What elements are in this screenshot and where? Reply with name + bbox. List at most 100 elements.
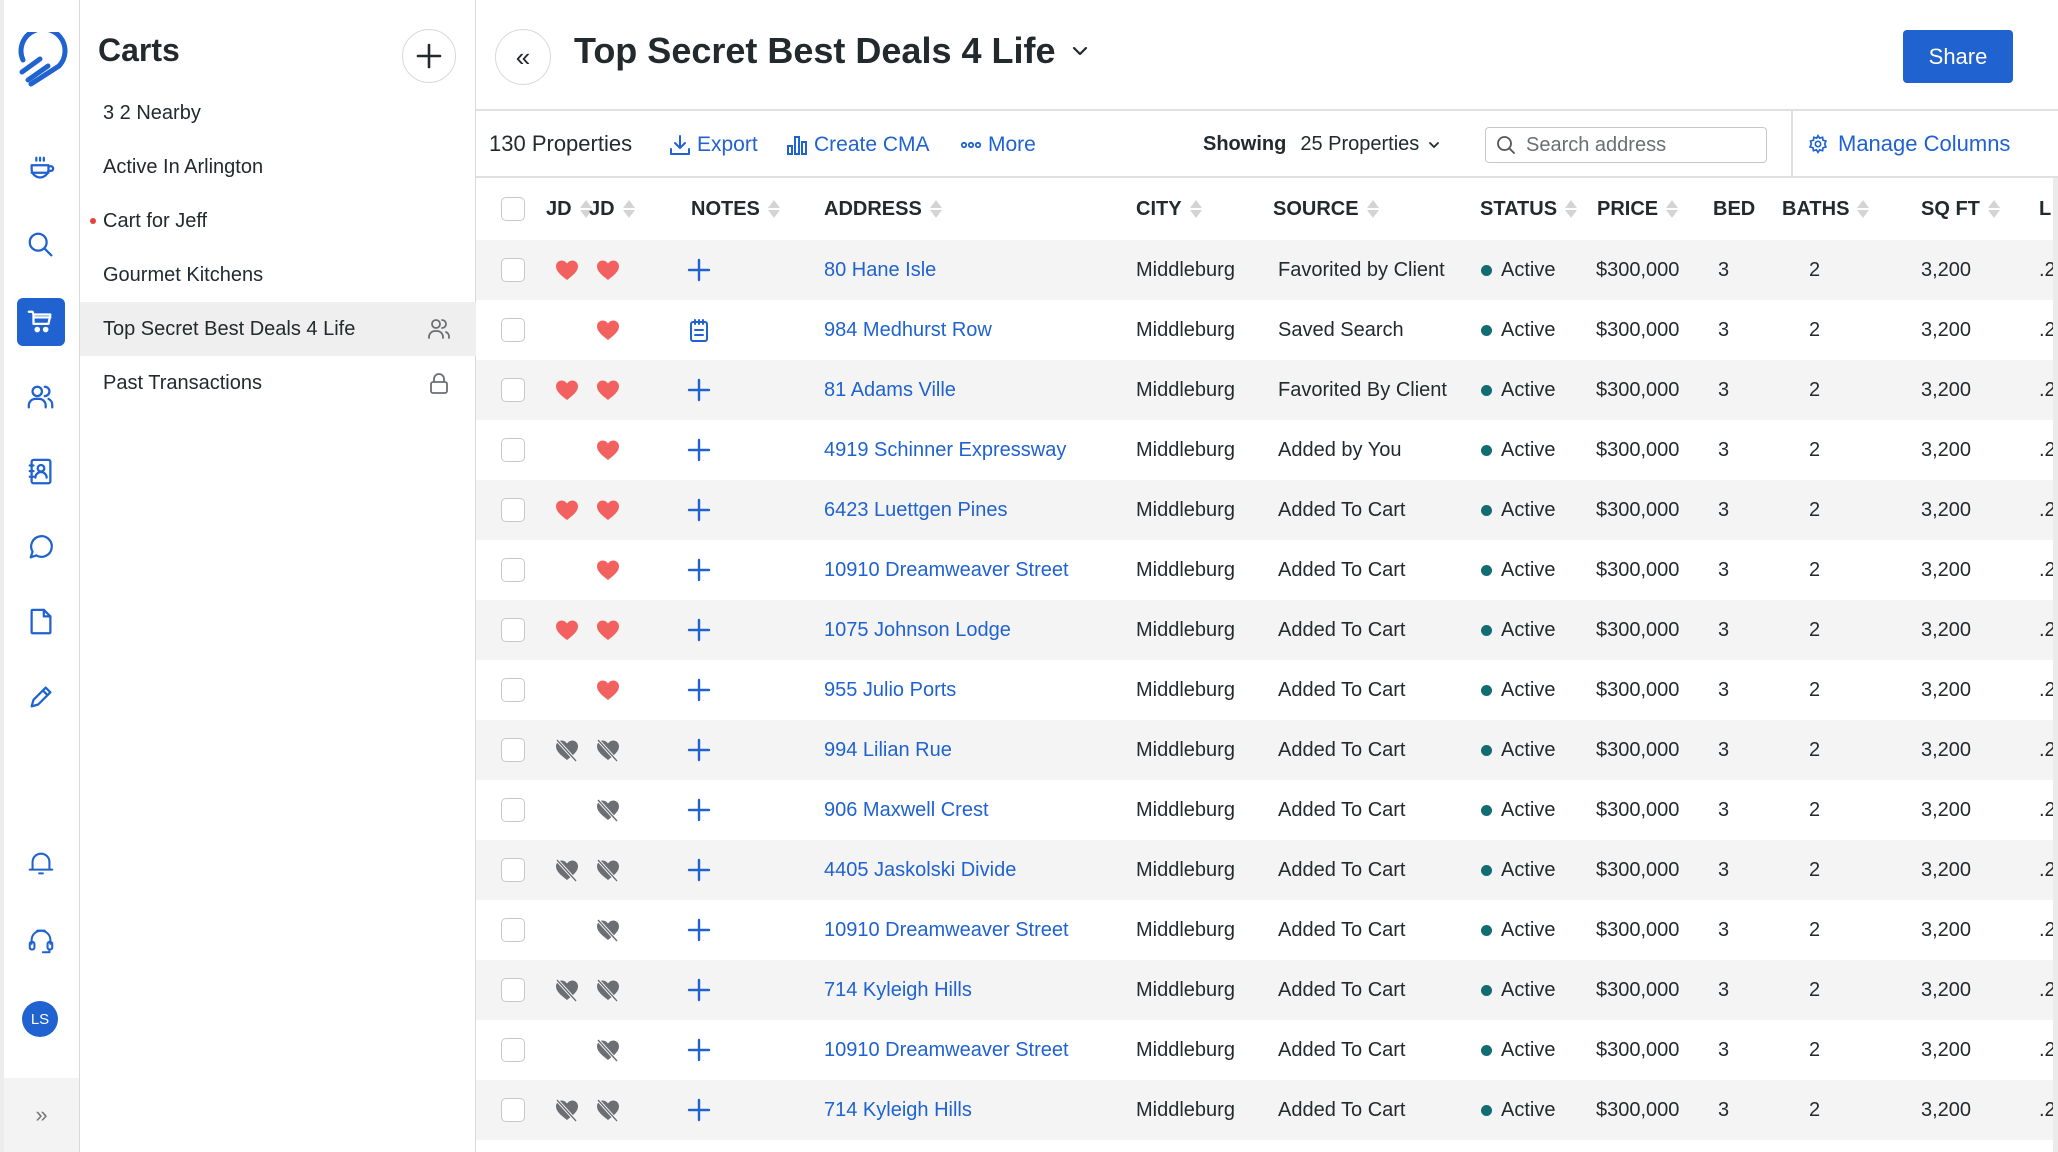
- sort-icon[interactable]: [929, 200, 942, 218]
- add-note-icon[interactable]: [686, 257, 712, 283]
- add-note-icon[interactable]: [686, 497, 712, 523]
- heart-icon[interactable]: [595, 558, 621, 582]
- add-note-icon[interactable]: [686, 437, 712, 463]
- rail-search-button[interactable]: [17, 221, 65, 269]
- export-button[interactable]: Export: [669, 133, 758, 157]
- add-note-icon[interactable]: [686, 1097, 712, 1123]
- column-header[interactable]: NOTES: [691, 178, 780, 240]
- manage-columns-button[interactable]: Manage Columns: [1808, 131, 2010, 157]
- share-button[interactable]: Share: [1903, 30, 2013, 83]
- cart-item[interactable]: 3 2 Nearby: [80, 86, 476, 140]
- table-row[interactable]: 714 Kyleigh Hills Middleburg Added To Cart…: [476, 1080, 2056, 1140]
- column-header[interactable]: CITY: [1136, 178, 1202, 240]
- sort-icon[interactable]: [1565, 200, 1578, 218]
- expand-sidebar-button[interactable]: »: [4, 1078, 79, 1152]
- column-header[interactable]: PRICE: [1597, 178, 1679, 240]
- cart-item[interactable]: Active In Arlington: [80, 140, 476, 194]
- horizontal-scroll-track[interactable]: [2053, 178, 2058, 1152]
- table-row[interactable]: 10910 Dreamweaver Street Middleburg Added …: [476, 900, 2056, 960]
- rail-headset-button[interactable]: [17, 917, 65, 965]
- heart-off-icon[interactable]: [595, 1098, 621, 1122]
- table-row[interactable]: 4919 Schinner Expressway Middleburg Added …: [476, 420, 2056, 480]
- cart-item[interactable]: Past Transactions: [80, 356, 476, 410]
- cart-item[interactable]: Cart for Jeff: [80, 194, 476, 248]
- heart-icon[interactable]: [554, 618, 580, 642]
- column-header[interactable]: SOURCE: [1273, 178, 1379, 240]
- table-row[interactable]: 81 Adams Ville Middleburg Favorited By Cli…: [476, 360, 2056, 420]
- heart-off-icon[interactable]: [554, 738, 580, 762]
- address-link[interactable]: 4919 Schinner Expressway: [824, 420, 1066, 480]
- row-checkbox[interactable]: [501, 1038, 525, 1062]
- sort-icon[interactable]: [622, 200, 635, 218]
- table-row[interactable]: 955 Julio Ports Middleburg Added To Cart Ac…: [476, 660, 2056, 720]
- cart-item[interactable]: Gourmet Kitchens: [80, 248, 476, 302]
- heart-icon[interactable]: [554, 258, 580, 282]
- rail-bell-button[interactable]: [17, 840, 65, 888]
- page-size-dropdown[interactable]: 25 Properties: [1300, 133, 1441, 156]
- heart-icon[interactable]: [595, 318, 621, 342]
- sort-icon[interactable]: [1666, 200, 1679, 218]
- add-note-icon[interactable]: [686, 677, 712, 703]
- sort-icon[interactable]: [1189, 200, 1202, 218]
- add-note-icon[interactable]: [686, 977, 712, 1003]
- heart-icon[interactable]: [595, 498, 621, 522]
- notepad-icon[interactable]: [686, 317, 712, 343]
- row-checkbox[interactable]: [501, 318, 525, 342]
- row-checkbox[interactable]: [501, 678, 525, 702]
- table-row[interactable]: 6423 Luettgen Pines Middleburg Added To Ca…: [476, 480, 2056, 540]
- table-row[interactable]: 984 Medhurst Row Middleburg Saved Search Ac…: [476, 300, 2056, 360]
- row-checkbox[interactable]: [501, 1098, 525, 1122]
- heart-icon[interactable]: [595, 258, 621, 282]
- collapse-panel-button[interactable]: «: [495, 29, 551, 85]
- table-row[interactable]: 10910 Dreamweaver Street Middleburg Added …: [476, 1020, 2056, 1080]
- heart-icon[interactable]: [595, 438, 621, 462]
- rail-chat-button[interactable]: [17, 523, 65, 571]
- rail-cart-button[interactable]: [17, 298, 65, 346]
- address-link[interactable]: 714 Kyleigh Hills: [824, 960, 972, 1020]
- sort-icon[interactable]: [767, 200, 780, 218]
- heart-icon[interactable]: [554, 498, 580, 522]
- add-cart-button[interactable]: [402, 29, 456, 83]
- rail-document-button[interactable]: [17, 598, 65, 646]
- add-note-icon[interactable]: [686, 797, 712, 823]
- row-checkbox[interactable]: [501, 558, 525, 582]
- select-all-checkbox[interactable]: [501, 197, 525, 221]
- heart-off-icon[interactable]: [595, 1038, 621, 1062]
- address-link[interactable]: 10910 Dreamweaver Street: [824, 900, 1069, 960]
- heart-off-icon[interactable]: [554, 1098, 580, 1122]
- add-note-icon[interactable]: [686, 557, 712, 583]
- heart-icon[interactable]: [595, 678, 621, 702]
- address-link[interactable]: 984 Medhurst Row: [824, 300, 992, 360]
- sort-icon[interactable]: [1857, 200, 1870, 218]
- row-checkbox[interactable]: [501, 798, 525, 822]
- row-checkbox[interactable]: [501, 498, 525, 522]
- search-address-input[interactable]: [1526, 133, 1756, 157]
- row-checkbox[interactable]: [501, 978, 525, 1002]
- user-avatar[interactable]: LS: [22, 1001, 58, 1037]
- sort-icon[interactable]: [1366, 200, 1379, 218]
- row-checkbox[interactable]: [501, 918, 525, 942]
- add-note-icon[interactable]: [686, 617, 712, 643]
- heart-off-icon[interactable]: [595, 738, 621, 762]
- rail-coffee-button[interactable]: [17, 145, 65, 193]
- row-checkbox[interactable]: [501, 378, 525, 402]
- rail-pencil-button[interactable]: [17, 673, 65, 721]
- address-link[interactable]: 906 Maxwell Crest: [824, 780, 989, 840]
- rail-users-button[interactable]: [17, 373, 65, 421]
- cart-title-dropdown[interactable]: Top Secret Best Deals 4 Life: [574, 30, 1090, 72]
- address-link[interactable]: 10910 Dreamweaver Street: [824, 540, 1069, 600]
- address-link[interactable]: 994 Lilian Rue: [824, 720, 952, 780]
- heart-off-icon[interactable]: [554, 858, 580, 882]
- address-link[interactable]: 4405 Jaskolski Divide: [824, 840, 1016, 900]
- table-row[interactable]: 906 Maxwell Crest Middleburg Added To Cart…: [476, 780, 2056, 840]
- table-row[interactable]: 994 Lilian Rue Middleburg Added To Cart Act…: [476, 720, 2056, 780]
- column-header[interactable]: JD: [546, 178, 592, 240]
- app-logo-icon[interactable]: [14, 26, 68, 92]
- add-note-icon[interactable]: [686, 377, 712, 403]
- create-cma-button[interactable]: Create CMA: [786, 133, 930, 157]
- address-link[interactable]: 955 Julio Ports: [824, 660, 956, 720]
- heart-icon[interactable]: [554, 378, 580, 402]
- heart-off-icon[interactable]: [595, 798, 621, 822]
- row-checkbox[interactable]: [501, 438, 525, 462]
- add-note-icon[interactable]: [686, 737, 712, 763]
